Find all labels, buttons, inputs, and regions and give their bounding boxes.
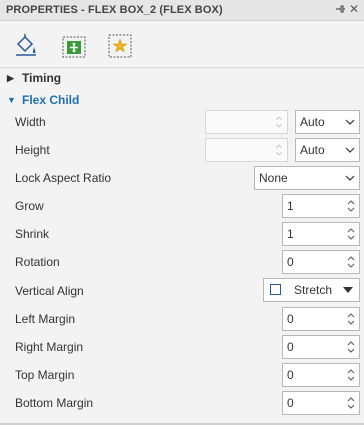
spinner-arrows-icon[interactable] <box>273 113 285 131</box>
grow-input[interactable]: 1 <box>282 194 360 218</box>
effects-star-icon[interactable] <box>107 33 133 59</box>
spinner-arrows-icon[interactable] <box>345 394 357 412</box>
position-size-icon[interactable] <box>61 33 87 59</box>
shrink-value: 1 <box>287 227 294 241</box>
vertical-align-dropdown[interactable]: Stretch <box>263 278 360 302</box>
spinner-arrows-icon[interactable] <box>345 225 357 243</box>
top-margin-input[interactable]: 0 <box>282 363 360 387</box>
bottom-margin-label: Bottom Margin <box>15 396 94 410</box>
fill-bucket-icon[interactable] <box>13 33 39 59</box>
lock-aspect-ratio-label: Lock Aspect Ratio <box>15 171 112 185</box>
lock-aspect-ratio-select[interactable]: None <box>254 166 360 190</box>
rotation-input[interactable]: 0 <box>282 250 360 274</box>
right-margin-input[interactable]: 0 <box>282 335 360 359</box>
right-margin-value: 0 <box>287 340 294 354</box>
chevron-down-icon <box>345 175 355 181</box>
rotation-value: 0 <box>287 255 294 269</box>
width-unit-select[interactable]: Auto <box>295 110 360 134</box>
section-timing-label: Timing <box>22 71 62 85</box>
width-label: Width <box>15 115 46 129</box>
pin-icon[interactable] <box>334 3 346 15</box>
spinner-arrows-icon[interactable] <box>345 197 357 215</box>
width-unit-value: Auto <box>300 115 325 129</box>
bottom-margin-value: 0 <box>287 396 294 410</box>
height-unit-value: Auto <box>300 143 325 157</box>
spinner-arrows-icon[interactable] <box>345 338 357 356</box>
collapse-arrow-icon: ▼ <box>7 95 16 105</box>
panel-title: PROPERTIES - FLEX BOX_2 (FLEX BOX) <box>6 4 223 16</box>
right-margin-label: Right Margin <box>15 340 84 354</box>
height-input[interactable] <box>205 138 288 162</box>
section-flex-child[interactable]: ▼ Flex Child <box>0 90 364 110</box>
section-flex-child-label: Flex Child <box>22 93 80 107</box>
rotation-label: Rotation <box>15 255 60 269</box>
align-stretch-icon <box>270 284 281 295</box>
left-margin-label: Left Margin <box>15 312 76 326</box>
vertical-align-label: Vertical Align <box>15 284 84 298</box>
chevron-down-icon <box>345 147 355 153</box>
expand-arrow-icon: ▶ <box>7 73 14 83</box>
height-unit-select[interactable]: Auto <box>295 138 360 162</box>
properties-tab-bar <box>0 21 364 67</box>
shrink-label: Shrink <box>15 227 50 241</box>
left-margin-input[interactable]: 0 <box>282 307 360 331</box>
width-input[interactable] <box>205 110 288 134</box>
shrink-input[interactable]: 1 <box>282 222 360 246</box>
panel-title-bar: PROPERTIES - FLEX BOX_2 (FLEX BOX) ✕ <box>0 0 364 21</box>
bottom-margin-input[interactable]: 0 <box>282 391 360 415</box>
spinner-arrows-icon[interactable] <box>345 366 357 384</box>
chevron-down-icon <box>345 119 355 125</box>
grow-value: 1 <box>287 199 294 213</box>
spinner-arrows-icon[interactable] <box>345 310 357 328</box>
height-label: Height <box>15 143 50 157</box>
close-icon[interactable]: ✕ <box>349 2 359 16</box>
top-margin-value: 0 <box>287 368 294 382</box>
top-margin-label: Top Margin <box>15 368 75 382</box>
lock-aspect-ratio-value: None <box>259 171 288 185</box>
vertical-align-value: Stretch <box>294 283 333 297</box>
left-margin-value: 0 <box>287 312 294 326</box>
spinner-arrows-icon[interactable] <box>345 253 357 271</box>
grow-label: Grow <box>15 199 44 213</box>
dropdown-arrow-icon <box>343 287 353 293</box>
spinner-arrows-icon[interactable] <box>273 141 285 159</box>
section-timing[interactable]: ▶ Timing <box>0 68 364 88</box>
